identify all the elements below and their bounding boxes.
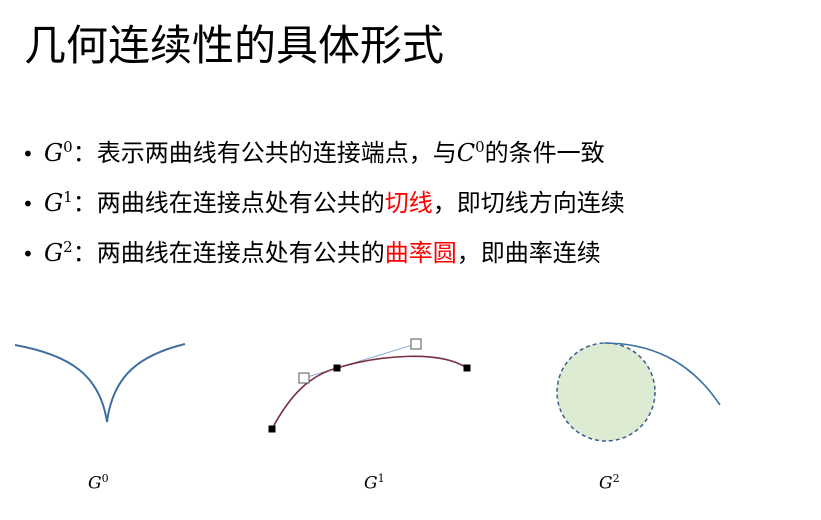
bullet-text: ：两曲线在连接点处有公共的 xyxy=(72,189,385,217)
g1-control-point-start xyxy=(268,425,276,433)
g1-tangent-handle-line xyxy=(303,343,417,379)
g1-curve xyxy=(271,355,468,430)
bullet-g0: • G0 ：表示两曲线有公共的连接端点，与 C0 的条件一致 xyxy=(22,126,625,176)
g1-handle-right xyxy=(410,338,422,350)
highlight-tangent: 切线 xyxy=(384,189,433,217)
bullet-text-end: ，即切线方向连续 xyxy=(432,189,625,217)
bullet-g2: • G2 ：两曲线在连接点处有公共的 曲率圆 ，即曲率连续 xyxy=(22,226,625,276)
bullet-text-end: 的条件一致 xyxy=(484,139,605,167)
highlight-curvature-circle: 曲率圆 xyxy=(384,239,457,267)
caption-g2: G2 xyxy=(599,472,620,494)
g1-control-point-join xyxy=(333,364,341,372)
caption-g0: G0 xyxy=(88,472,109,494)
g0-symbol: G0 xyxy=(44,138,73,167)
continuity-figures xyxy=(14,338,721,442)
page-title: 几何连续性的具体形式 xyxy=(24,21,445,70)
g2-symbol: G2 xyxy=(44,238,73,267)
bullet-g1: • G1 ：两曲线在连接点处有公共的 切线 ，即切线方向连续 xyxy=(22,176,625,226)
bullet-dot: • xyxy=(22,142,34,166)
bullet-text-end: ，即曲率连续 xyxy=(456,239,601,267)
bullet-list: • G0 ：表示两曲线有公共的连接端点，与 C0 的条件一致 • G1 ：两曲线… xyxy=(22,126,625,276)
g0-curve xyxy=(14,343,186,423)
g1-handle-left xyxy=(298,372,310,384)
bullet-dot: • xyxy=(22,192,34,216)
bullet-dot: • xyxy=(22,242,34,266)
bullet-text: ：表示两曲线有公共的连接端点，与 xyxy=(72,139,457,167)
g1-symbol: G1 xyxy=(44,188,73,217)
c0-symbol: C0 xyxy=(456,138,485,167)
caption-g1: G1 xyxy=(364,472,385,494)
bullet-text: ：两曲线在连接点处有公共的 xyxy=(72,239,385,267)
g2-curvature-circle xyxy=(556,342,656,442)
g1-control-point-end xyxy=(463,364,471,372)
